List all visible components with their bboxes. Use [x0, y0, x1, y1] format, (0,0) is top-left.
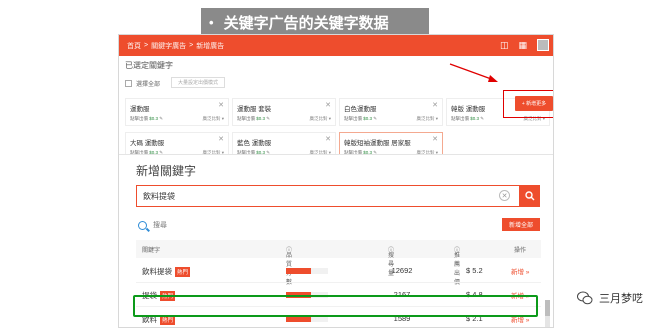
keyword-name: 韓版短袖運動服 居家服: [344, 140, 411, 147]
match-type[interactable]: 廣泛比對 ▾: [309, 116, 331, 122]
search-volume: 12692: [391, 266, 413, 275]
keyword-bid: 點擊出價 $0.3 ✎: [237, 116, 271, 121]
search-hint-label: 搜尋: [153, 222, 167, 229]
keyword-bid: 點擊出價 $0.3 ✎: [451, 116, 485, 121]
add-all-button[interactable]: 新增全部: [502, 218, 540, 231]
keyword-name: 白色運動服: [344, 106, 377, 113]
select-all-checkbox[interactable]: [125, 80, 132, 87]
scrollbar-thumb[interactable]: [545, 300, 550, 316]
keyword-name: 藍色 運動服: [237, 140, 272, 147]
quality-bar: [286, 268, 328, 274]
close-icon[interactable]: ✕: [325, 135, 331, 143]
top-bar: 首頁 > 關鍵字廣告 > 新增廣告 ◫ ▦: [119, 35, 553, 56]
match-type[interactable]: 廣泛比對 ▾: [202, 116, 224, 122]
slide-canvas: • 关键字广告的关键字数据 首頁 > 關鍵字廣告 > 新增廣告 ◫ ▦ 已選定關…: [0, 0, 663, 328]
add-keyword-title: 新增關鍵字: [136, 164, 197, 178]
table-row: 飲料提袋 熱門 12692 $ 5.2 新增 »: [136, 259, 541, 283]
keyword-card[interactable]: 白色運動服 ✕ 點擊出價 $0.3 ✎ 廣泛比對 ▾: [339, 98, 443, 126]
keyword-bid: 點擊出價 $0.3 ✎: [344, 116, 378, 121]
add-keyword-panel: 新增關鍵字 飲料提袋 ✕ 搜尋 新增全部 關鍵字 品質分數 ⓘ 搜尋量 ⓘ 推薦…: [119, 154, 553, 327]
breadcrumb-separator: >: [144, 42, 149, 49]
annotation-arrow: [449, 63, 498, 82]
selected-keywords-title: 已選定關鍵字: [125, 61, 173, 70]
add-keyword-link[interactable]: 新增 »: [511, 266, 529, 276]
grid-icon[interactable]: ▦: [518, 40, 527, 51]
close-icon[interactable]: ✕: [432, 101, 438, 109]
bell-icon[interactable]: ◫: [500, 40, 509, 51]
topbar-icons: ◫ ▦: [500, 39, 549, 51]
table-header: 關鍵字 品質分數 ⓘ 搜尋量 ⓘ 推薦出價 ⓘ 操作: [136, 240, 541, 286]
bulk-bid-button[interactable]: 大量設定出價模式: [171, 77, 225, 88]
magnifier-icon: [138, 220, 147, 230]
close-icon[interactable]: ✕: [432, 135, 438, 143]
keyword-bid: 點擊出價 $0.3 ✎: [130, 116, 164, 121]
select-all[interactable]: 選擇全部: [125, 79, 160, 88]
hot-badge: 熱門: [175, 266, 191, 277]
col-action: 操作: [514, 248, 527, 254]
watermark-text: 三月梦呓: [599, 293, 643, 305]
avatar[interactable]: [537, 39, 549, 51]
wechat-logo-icon: [577, 291, 593, 305]
search-value: 飲料提袋: [143, 191, 175, 201]
breadcrumb-keyword-ads[interactable]: 關鍵字廣告: [151, 41, 186, 51]
keyword-name: 運動服 套裝: [237, 106, 272, 113]
search-button[interactable]: [520, 185, 540, 207]
search-hint: 搜尋: [138, 220, 167, 230]
keyword-name: 運動服: [130, 106, 150, 113]
select-all-label: 選擇全部: [136, 82, 161, 88]
suggested-bid: $ 5.2: [466, 266, 483, 275]
col-volume: 搜尋量 ⓘ: [388, 248, 395, 277]
bullet: •: [209, 14, 214, 30]
col-quality: 品質分數 ⓘ: [286, 248, 293, 286]
keyword-card[interactable]: 運動服 ✕ 點擊出價 $0.3 ✎ 廣泛比對 ▾: [125, 98, 229, 126]
add-more-button[interactable]: + 新增更多: [515, 96, 553, 111]
close-icon[interactable]: ✕: [218, 135, 224, 143]
breadcrumb-new-ad: 新增廣告: [196, 42, 225, 50]
keyword-search-input[interactable]: 飲料提袋: [136, 185, 520, 207]
col-keyword: 關鍵字: [142, 248, 161, 254]
col-price: 推薦出價 ⓘ: [454, 248, 461, 286]
keyword-name: 大碼 運動服: [130, 140, 165, 147]
quality-fill: [286, 268, 312, 274]
breadcrumb-home[interactable]: 首頁: [127, 41, 141, 51]
slide-heading: • 关键字广告的关键字数据: [201, 8, 429, 36]
slide-title: 关键字广告的关键字数据: [223, 14, 389, 32]
watermark: 三月梦呓: [577, 290, 643, 306]
match-type[interactable]: 廣泛比對 ▾: [416, 116, 438, 122]
close-icon[interactable]: ✕: [325, 101, 331, 109]
keyword-card[interactable]: 運動服 套裝 ✕ 點擊出價 $0.3 ✎ 廣泛比對 ▾: [232, 98, 336, 126]
row-highlight: [133, 295, 538, 317]
row-keyword: 飲料提袋 熱門: [142, 266, 191, 277]
close-icon[interactable]: ✕: [218, 101, 224, 109]
clear-icon[interactable]: ✕: [499, 190, 510, 201]
breadcrumb-separator: >: [189, 42, 194, 49]
search-icon: [525, 191, 535, 201]
